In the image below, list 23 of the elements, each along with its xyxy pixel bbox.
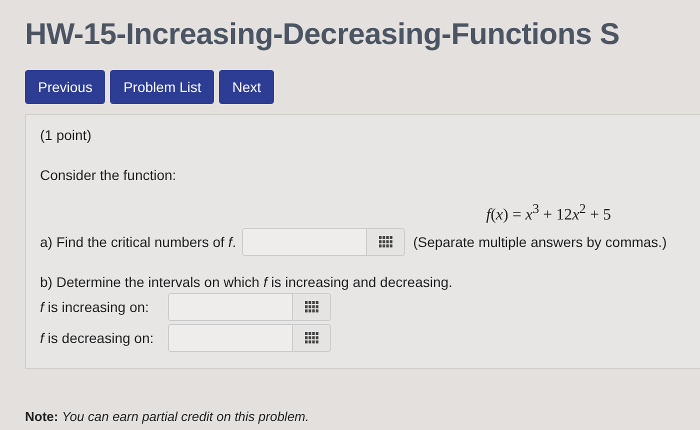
answer-field[interactable] — [242, 228, 368, 256]
keypad-button[interactable] — [293, 324, 331, 352]
nav-button[interactable]: Next — [219, 70, 274, 104]
field-label: f is decreasing on: — [40, 330, 155, 346]
keypad-button[interactable] — [293, 293, 331, 322]
grid-icon — [378, 236, 393, 248]
note-text: You can earn partial credit on this problem. — [62, 409, 309, 424]
nav-button[interactable]: Problem List — [110, 70, 214, 104]
keypad-button[interactable] — [367, 228, 406, 256]
page-title: HW-15-Increasing-Decreasing-Functions S — [25, 18, 620, 52]
grid-icon — [304, 301, 318, 314]
points-label: (1 point) — [40, 127, 92, 143]
question-text: b) Determine the intervals on which f is increasing and decreasing. — [40, 274, 454, 290]
hint-text: (Separate multiple answers by commas.) — [413, 234, 667, 250]
question-text: Consider the function: — [40, 167, 178, 183]
question-text: a) Find the critical numbers of f. — [40, 234, 236, 250]
grid-icon — [304, 332, 318, 344]
answer-field[interactable] — [168, 293, 293, 322]
note-label: Note: — [25, 409, 58, 424]
answer-field[interactable] — [168, 324, 293, 352]
nav-button[interactable]: Previous — [25, 70, 106, 104]
formula: f(x) = x$^{3}$ + 12x$^{2}$ + 5 — [485, 201, 611, 224]
field-label: f is increasing on: — [40, 299, 150, 316]
